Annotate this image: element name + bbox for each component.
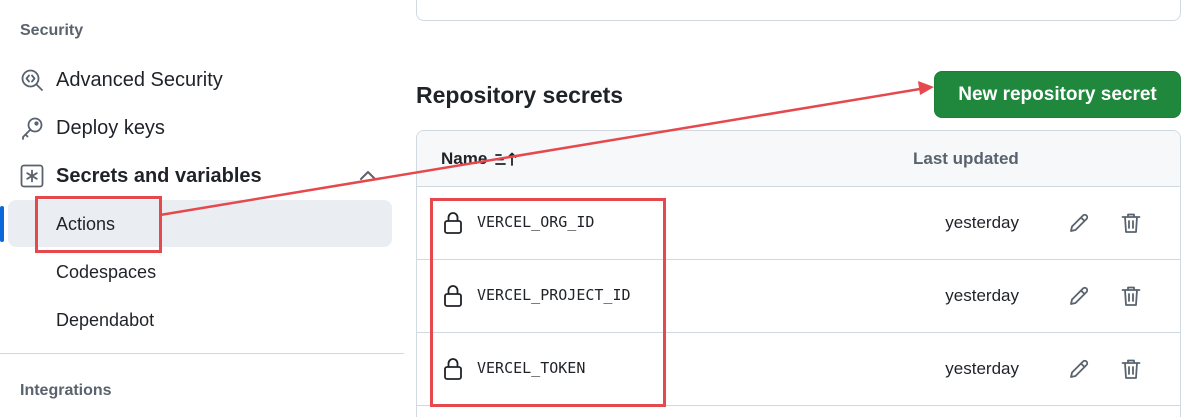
key-icon [20,116,44,140]
page-title: Repository secrets [416,82,624,108]
codescan-icon [20,68,44,92]
asterisk-icon [20,164,44,188]
sort-ascending-icon [495,152,517,166]
last-updated: yesterday [945,213,1019,232]
last-updated: yesterday [945,286,1019,305]
trash-icon[interactable] [1119,357,1143,381]
column-header-label: Name [441,149,488,168]
pencil-icon[interactable] [1067,357,1091,381]
column-header-last-updated: Last updated [913,149,1019,168]
sidebar-item-label: Deploy keys [56,116,165,139]
sidebar-divider [0,353,404,354]
active-item-indicator [0,206,4,242]
annotation-box-secrets [430,198,666,407]
new-repository-secret-button[interactable]: New repository secret [934,71,1181,118]
trash-icon[interactable] [1119,284,1143,308]
table-header: Name Last updated [417,131,1180,187]
sidebar-item-advanced-security[interactable]: Advanced Security [20,62,223,98]
previous-section-box [416,0,1181,21]
sidebar-item-deploy-keys[interactable]: Deploy keys [20,110,165,146]
subitem-label: Codespaces [56,261,157,282]
pencil-icon[interactable] [1067,284,1091,308]
chevron-up-icon[interactable] [356,166,380,186]
subitem-label: Dependabot [56,309,155,330]
integrations-section-heading: Integrations [20,382,112,399]
annotation-box-actions [35,196,162,253]
trash-icon[interactable] [1119,211,1143,235]
security-section-heading: Security [20,22,84,39]
sidebar-subitem-codespaces[interactable]: Codespaces [56,257,156,287]
sidebar-item-label: Advanced Security [56,68,223,91]
sidebar-subitem-dependabot[interactable]: Dependabot [56,305,154,335]
last-updated: yesterday [945,359,1019,378]
pencil-icon[interactable] [1067,211,1091,235]
column-header-name[interactable]: Name [441,149,519,169]
sidebar-item-secrets-and-variables[interactable]: Secrets and variables [20,158,262,194]
sidebar-item-label: Secrets and variables [56,164,262,187]
